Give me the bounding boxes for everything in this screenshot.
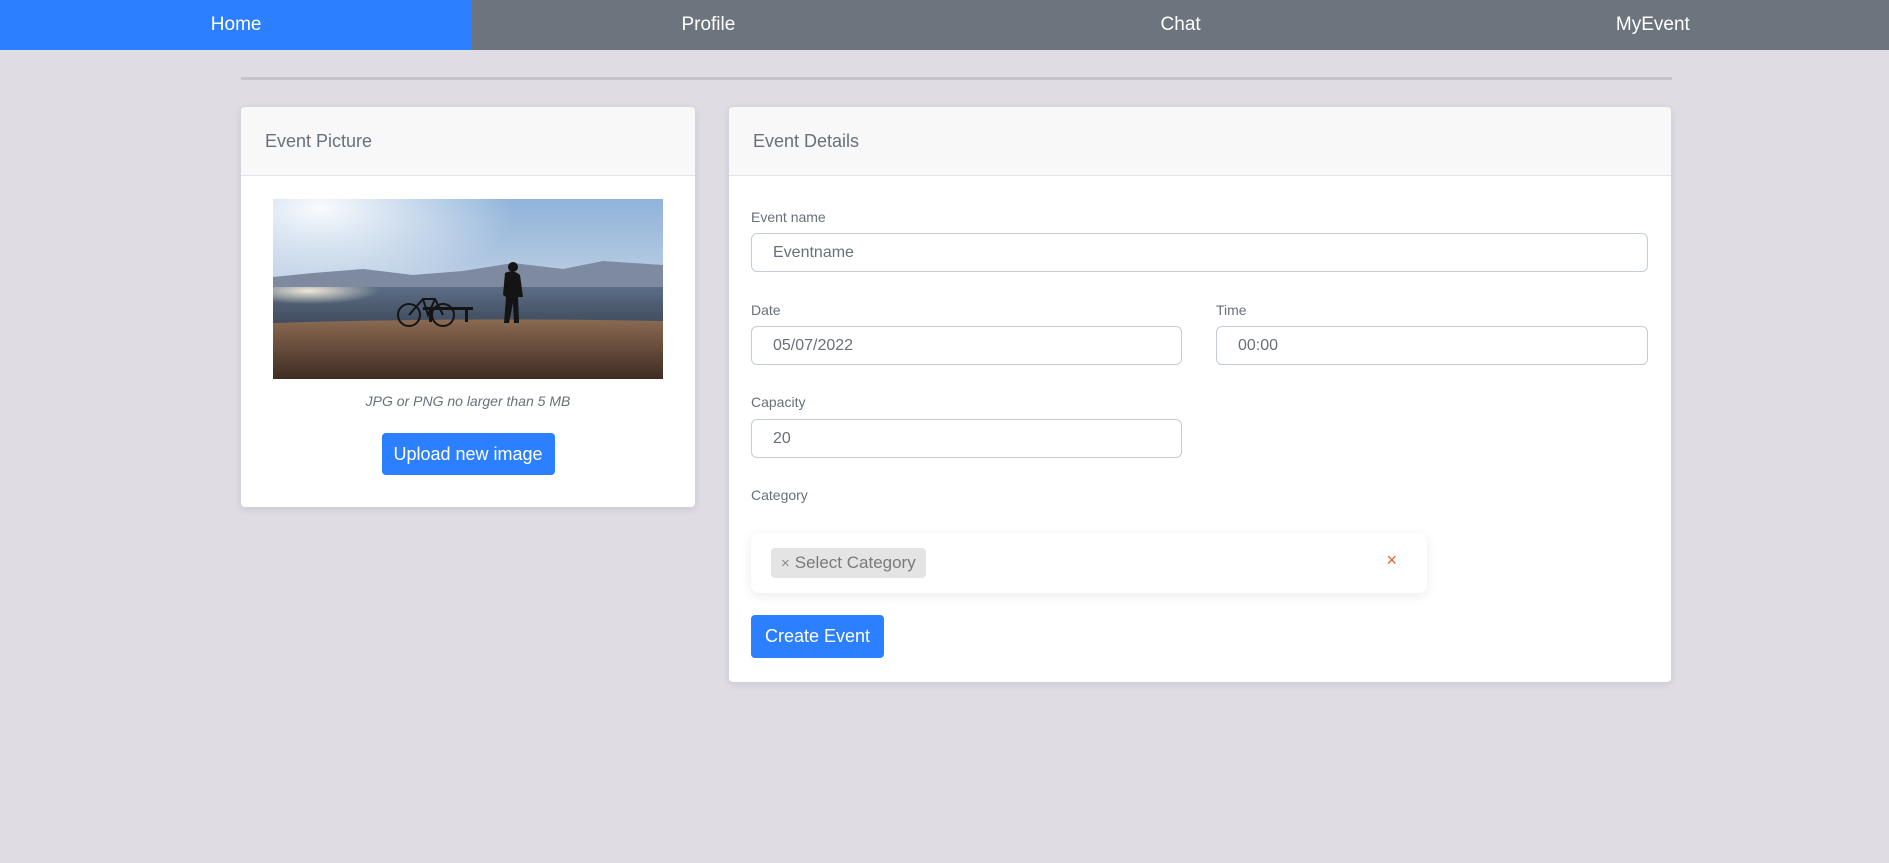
category-select[interactable]: × Select Category × [751,533,1427,593]
image-format-hint: JPG or PNG no larger than 5 MB [365,393,571,409]
create-event-button[interactable]: Create Event [751,615,884,658]
divider [241,77,1672,80]
time-input[interactable]: 00:00 [1216,326,1648,365]
event-image [273,199,663,379]
time-label: Time [1216,302,1247,318]
event-details-title: Event Details [729,107,1671,176]
date-input[interactable]: 05/07/2022 [751,326,1182,365]
event-name-label: Event name [751,209,826,225]
tag-remove-icon[interactable]: × [781,555,790,572]
capacity-label: Capacity [751,394,806,410]
category-tag: × Select Category [771,548,926,578]
nav-chat[interactable]: Chat [945,0,1417,50]
date-label: Date [751,302,781,318]
category-tag-label: Select Category [794,553,916,572]
nav-profile[interactable]: Profile [472,0,944,50]
clear-category-icon[interactable]: × [1386,550,1397,571]
category-label: Category [751,487,808,503]
capacity-input[interactable]: 20 [751,419,1182,458]
event-details-card: Event Details Event name Eventname Date … [729,107,1671,682]
upload-image-button[interactable]: Upload new image [381,433,555,475]
event-name-input[interactable]: Eventname [751,233,1648,272]
event-picture-card: Event Picture JPG or PNG no larger than … [241,107,695,507]
nav-myevent[interactable]: MyEvent [1417,0,1889,50]
nav-home[interactable]: Home [0,0,473,50]
top-navigation: Home Profile Chat MyEvent [0,0,1889,50]
event-picture-title: Event Picture [241,107,695,176]
